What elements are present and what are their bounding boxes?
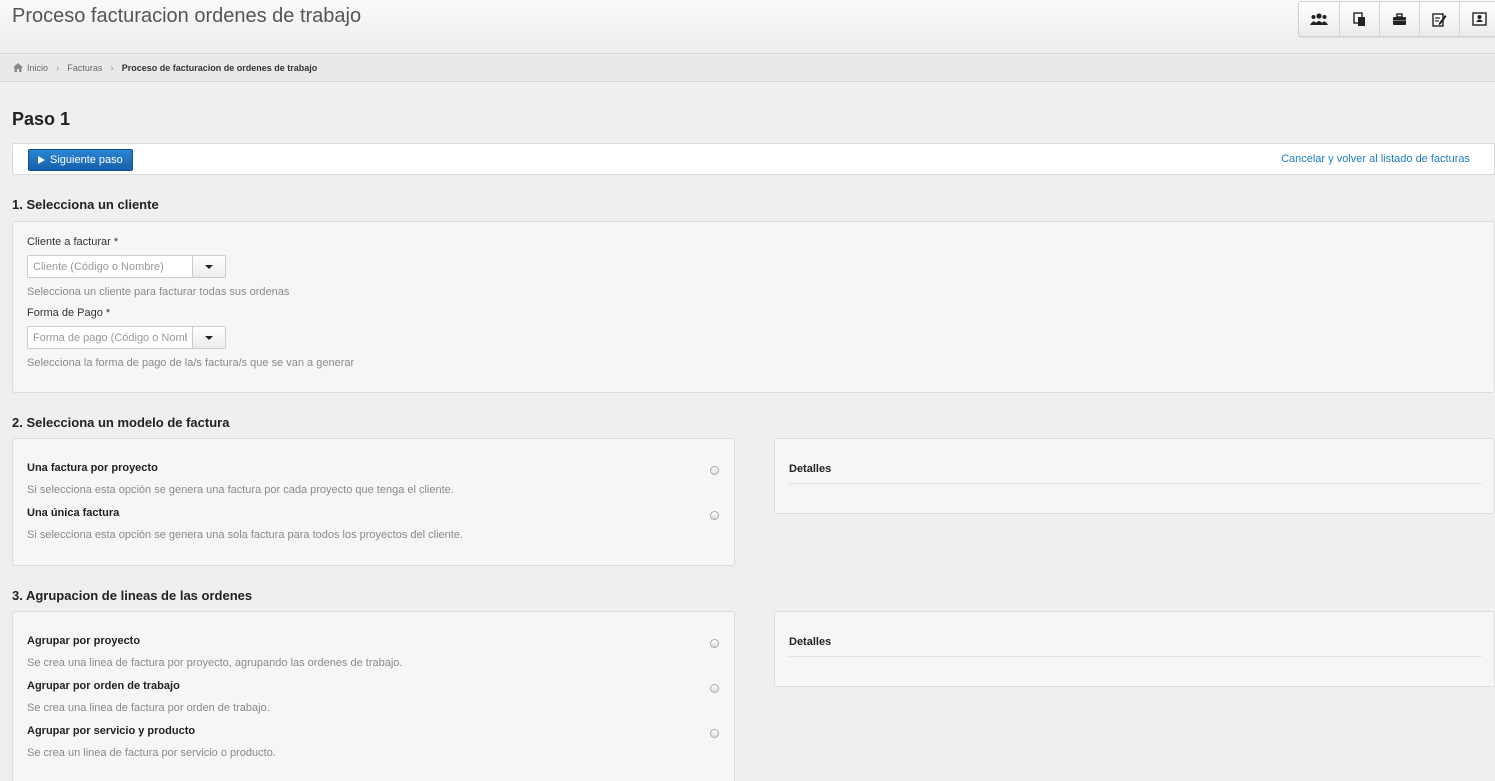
documents-icon [1352, 11, 1367, 27]
contact-card-icon [1472, 12, 1487, 26]
section-3-title: 3. Agrupacion de lineas de las ordenes [12, 588, 253, 603]
client-panel: Cliente a facturar * Selecciona un clien… [12, 221, 1495, 393]
invoice-per-project-radio[interactable] [710, 466, 719, 475]
details-title: Detalles [789, 463, 832, 475]
contact-card-button[interactable] [1459, 2, 1495, 36]
breadcrumb-current: Proceso de facturacion de ordenes de tra… [121, 63, 318, 73]
option-label: Agrupar por proyecto [27, 635, 141, 647]
briefcase-icon [1392, 12, 1407, 26]
grouping-details-panel: Detalles [774, 611, 1495, 687]
breadcrumb: Inicio › Facturas › Proceso de facturaci… [0, 55, 1495, 82]
option-description: Se crea una linea de factura por proyect… [27, 657, 403, 669]
option-label: Una factura por proyecto [27, 462, 158, 474]
divider [789, 483, 1482, 484]
page-title: Proceso facturacion ordenes de trabajo [12, 5, 362, 27]
payment-dropdown-button[interactable] [192, 327, 225, 348]
group-by-service-product-radio[interactable] [710, 729, 719, 738]
client-input[interactable] [28, 256, 193, 277]
payment-combobox [27, 326, 226, 349]
chevron-right-icon: › [56, 62, 60, 74]
client-dropdown-button[interactable] [192, 256, 225, 277]
invoice-model-details-panel: Detalles [774, 438, 1495, 514]
option-description: Se crea un linea de factura por servicio… [27, 747, 276, 759]
caret-down-icon [205, 335, 214, 340]
chevron-right-icon: › [110, 62, 114, 74]
edit-note-icon [1432, 12, 1447, 27]
grouping-panel: Agrupar por proyecto Se crea una linea d… [12, 611, 735, 781]
option-description: Si selecciona esta opción se genera una … [27, 484, 454, 496]
briefcase-button[interactable] [1379, 2, 1419, 36]
section-1-title: 1. Selecciona un cliente [12, 197, 159, 212]
client-help: Selecciona un cliente para facturar toda… [27, 286, 290, 298]
option-label: Agrupar por orden de trabajo [27, 680, 180, 692]
page-header: Proceso facturacion ordenes de trabajo [0, 0, 1495, 54]
breadcrumb-facturas-link[interactable]: Facturas [67, 63, 102, 73]
breadcrumb-home-link[interactable]: Inicio [27, 63, 48, 73]
section-2-title: 2. Selecciona un modelo de factura [12, 415, 230, 430]
single-invoice-radio[interactable] [710, 511, 719, 520]
next-step-label: Siguiente paso [50, 154, 123, 166]
client-label: Cliente a facturar * [27, 236, 119, 248]
payment-help: Selecciona la forma de pago de la/s fact… [27, 357, 355, 369]
client-combobox [27, 255, 226, 278]
option-description: Si selecciona esta opción se genera una … [27, 529, 463, 541]
payment-input[interactable] [28, 327, 193, 348]
details-title: Detalles [789, 636, 832, 648]
action-bar: Siguiente paso Cancelar y volver al list… [12, 143, 1495, 175]
payment-label: Forma de Pago * [27, 307, 111, 319]
documents-button[interactable] [1339, 2, 1379, 36]
header-toolbar [1298, 1, 1495, 37]
option-label: Agrupar por servicio y producto [27, 725, 196, 737]
next-step-button[interactable]: Siguiente paso [28, 149, 133, 171]
play-icon [38, 156, 45, 164]
invoice-model-panel: Una factura por proyecto Si selecciona e… [12, 438, 735, 566]
home-icon [13, 62, 23, 74]
option-label: Una única factura [27, 507, 120, 519]
caret-down-icon [205, 264, 214, 269]
group-by-work-order-radio[interactable] [710, 684, 719, 693]
edit-note-button[interactable] [1419, 2, 1459, 36]
users-icon [1310, 12, 1328, 26]
option-description: Se crea una linea de factura por orden d… [27, 702, 270, 714]
step-title: Paso 1 [12, 109, 71, 129]
cancel-link[interactable]: Cancelar y volver al listado de facturas [1281, 153, 1470, 165]
divider [789, 656, 1482, 657]
users-button[interactable] [1299, 2, 1339, 36]
group-by-project-radio[interactable] [710, 639, 719, 648]
